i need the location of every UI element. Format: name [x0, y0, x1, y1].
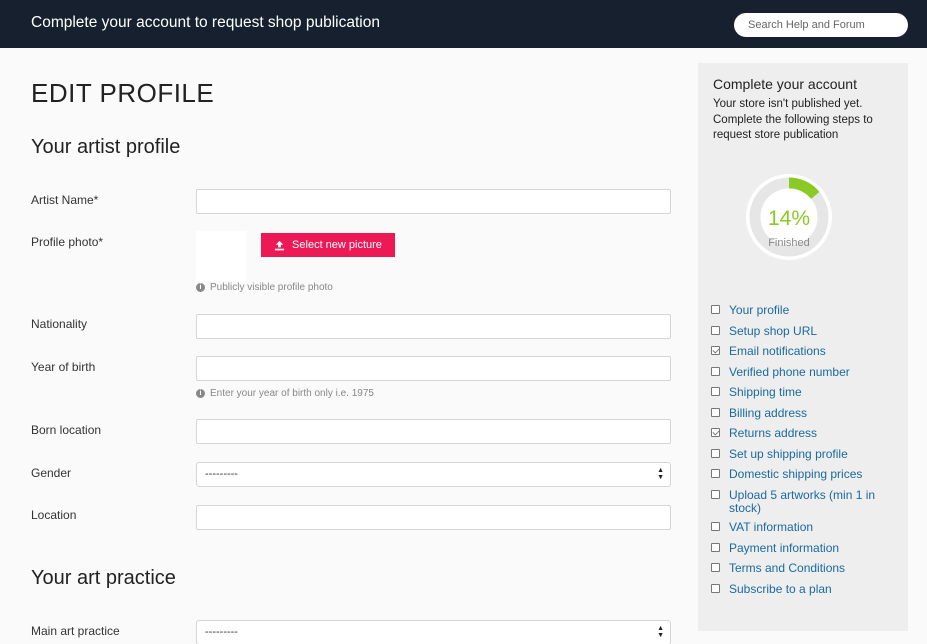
- checklist-item-label[interactable]: Upload 5 artworks (min 1 in stock): [729, 489, 896, 514]
- year-of-birth-label: Year of birth: [31, 360, 96, 374]
- nationality-input[interactable]: [196, 314, 671, 339]
- checklist-item[interactable]: Setup shop URL: [711, 325, 896, 338]
- born-location-input[interactable]: [196, 419, 671, 444]
- checklist-item[interactable]: Terms and Conditions: [711, 562, 896, 575]
- select-arrows-icon: ▲ ▼: [657, 625, 664, 639]
- checkbox-icon[interactable]: [711, 305, 720, 314]
- complete-account-sidebar: Complete your account Your store isn't p…: [698, 63, 908, 631]
- location-input[interactable]: [196, 505, 671, 530]
- checkbox-icon[interactable]: [711, 408, 720, 417]
- profile-photo-hint-text: Publicly visible profile photo: [210, 282, 333, 293]
- artist-name-label: Artist Name*: [31, 193, 99, 207]
- art-practice-heading: Your art practice: [31, 567, 176, 589]
- checkbox-icon[interactable]: [711, 522, 720, 531]
- checkbox-icon[interactable]: [711, 563, 720, 572]
- select-new-picture-button[interactable]: Select new picture: [261, 233, 395, 257]
- checkbox-icon[interactable]: [711, 449, 720, 458]
- checklist-item[interactable]: Billing address: [711, 407, 896, 420]
- checklist-item[interactable]: Email notifications: [711, 345, 896, 358]
- checkbox-icon[interactable]: [711, 584, 720, 593]
- page-title: EDIT PROFILE: [31, 78, 215, 108]
- info-icon: i: [196, 389, 205, 398]
- select-new-picture-label: Select new picture: [292, 239, 382, 251]
- checklist-item-label[interactable]: Terms and Conditions: [729, 562, 845, 575]
- checklist-item-label[interactable]: Email notifications: [729, 345, 826, 358]
- select-arrows-icon: ▲ ▼: [657, 467, 664, 481]
- progress-percent: 14%: [767, 207, 811, 230]
- profile-photo-label: Profile photo*: [31, 235, 104, 249]
- checkbox-icon[interactable]: [711, 543, 720, 552]
- checklist-item-label[interactable]: Your profile: [729, 304, 789, 317]
- checklist-item[interactable]: Subscribe to a plan: [711, 583, 896, 596]
- sidebar-title: Complete your account: [713, 76, 857, 92]
- checklist-item[interactable]: Upload 5 artworks (min 1 in stock): [711, 489, 896, 514]
- top-bar: Complete your account to request shop pu…: [0, 0, 927, 48]
- checklist-item-label[interactable]: Billing address: [729, 407, 807, 420]
- topbar-title: Complete your account to request shop pu…: [31, 14, 380, 31]
- upload-icon: [274, 240, 285, 250]
- artist-name-input[interactable]: [196, 189, 671, 214]
- checklist-item-label[interactable]: VAT information: [729, 521, 813, 534]
- sidebar-description: Your store isn't published yet. Complete…: [713, 98, 873, 141]
- checklist-item[interactable]: Your profile: [711, 304, 896, 317]
- location-label: Location: [31, 508, 77, 522]
- checklist-item[interactable]: Payment information: [711, 542, 896, 555]
- year-of-birth-hint: i Enter your year of birth only i.e. 197…: [196, 388, 374, 399]
- checklist-item-label[interactable]: Domestic shipping prices: [729, 468, 862, 481]
- year-of-birth-hint-text: Enter your year of birth only i.e. 1975: [210, 388, 374, 399]
- checklist-item[interactable]: Returns address: [711, 427, 896, 440]
- main-art-practice-label: Main art practice: [31, 624, 120, 638]
- artist-profile-heading: Your artist profile: [31, 136, 181, 158]
- checklist-item-label[interactable]: Returns address: [729, 427, 817, 440]
- checkbox-checked-icon[interactable]: [711, 428, 720, 437]
- checkbox-checked-icon[interactable]: [711, 346, 720, 355]
- gender-select[interactable]: --------- ▲ ▼: [196, 462, 671, 487]
- checkbox-icon[interactable]: [711, 326, 720, 335]
- progress-label: Finished: [768, 237, 810, 249]
- main-art-practice-select[interactable]: --------- ▲ ▼: [196, 620, 671, 644]
- checklist-item-label[interactable]: Setup shop URL: [729, 325, 817, 338]
- year-of-birth-input[interactable]: [196, 356, 671, 381]
- checkbox-icon[interactable]: [711, 469, 720, 478]
- checklist-item[interactable]: Shipping time: [711, 386, 896, 399]
- nationality-label: Nationality: [31, 317, 88, 331]
- checklist-item-label[interactable]: Payment information: [729, 542, 839, 555]
- checklist-item[interactable]: Domestic shipping prices: [711, 468, 896, 481]
- born-location-label: Born location: [31, 423, 102, 437]
- main-art-practice-selected-value: ---------: [205, 626, 238, 638]
- checklist-item[interactable]: VAT information: [711, 521, 896, 534]
- checklist-item[interactable]: Set up shipping profile: [711, 448, 896, 461]
- profile-photo-preview: [196, 231, 246, 281]
- profile-photo-hint: i Publicly visible profile photo: [196, 282, 333, 293]
- checkbox-icon[interactable]: [711, 367, 720, 376]
- checkbox-icon[interactable]: [711, 387, 720, 396]
- info-icon: i: [196, 283, 205, 292]
- gender-label: Gender: [31, 466, 72, 480]
- checkbox-icon[interactable]: [711, 490, 720, 499]
- checklist-item[interactable]: Verified phone number: [711, 366, 896, 379]
- checklist-item-label[interactable]: Set up shipping profile: [729, 448, 848, 461]
- gender-selected-value: ---------: [205, 468, 238, 480]
- help-search-input[interactable]: [734, 13, 908, 37]
- checklist-item-label[interactable]: Shipping time: [729, 386, 802, 399]
- checklist-item-label[interactable]: Verified phone number: [729, 366, 850, 379]
- checklist-item-label[interactable]: Subscribe to a plan: [729, 583, 832, 596]
